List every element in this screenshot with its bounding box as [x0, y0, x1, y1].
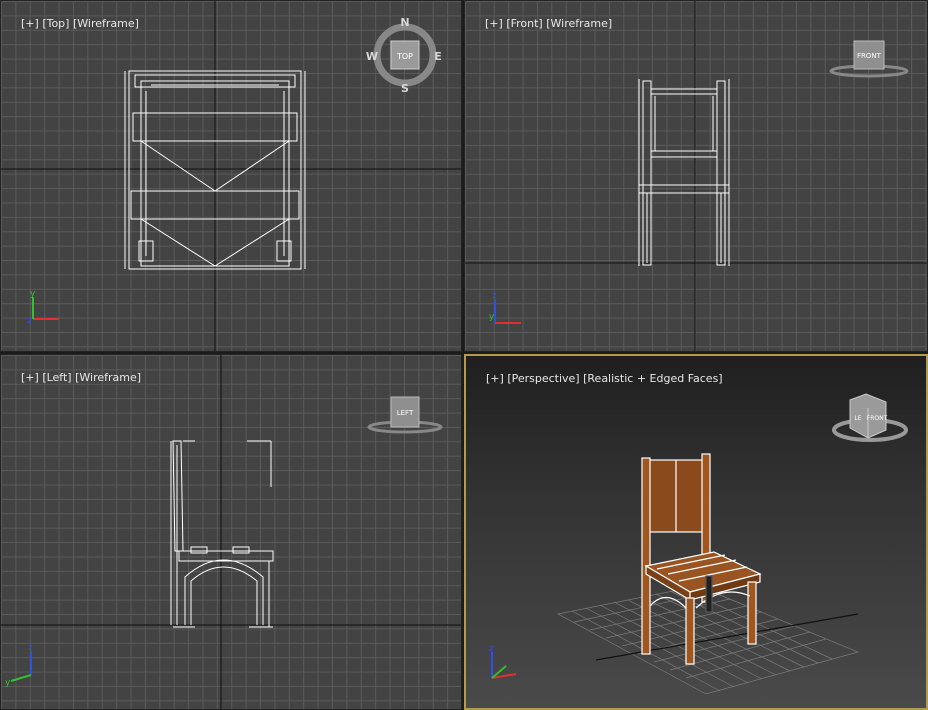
viewport-label: [+] [Left] [Wireframe] [7, 358, 141, 397]
chair-wireframe-front[interactable] [638, 79, 730, 266]
viewport-menu[interactable]: [+] [485, 17, 503, 30]
axis-tripod: y z [27, 289, 59, 326]
compass-viewcube[interactable]: TOP N S E W [366, 16, 442, 95]
svg-text:z: z [489, 644, 494, 654]
axis-tripod: z y [489, 291, 521, 324]
svg-text:y: y [5, 678, 11, 688]
viewcube[interactable]: LE FRONT [832, 393, 908, 442]
svg-text:S: S [401, 82, 409, 95]
svg-text:TOP: TOP [396, 52, 413, 61]
shading-mode-label[interactable]: [Realistic + Edged Faces] [583, 372, 722, 385]
shading-mode-label[interactable]: [Wireframe] [73, 17, 139, 30]
view-type-label[interactable]: [Front] [506, 17, 542, 30]
viewcube[interactable]: FRONT [829, 40, 909, 78]
svg-text:LE: LE [854, 415, 861, 422]
axis-tripod: z y [5, 643, 33, 688]
svg-text:N: N [400, 16, 409, 29]
view-type-label[interactable]: [Top] [42, 17, 69, 30]
svg-text:z: z [27, 316, 32, 326]
svg-text:z: z [492, 291, 497, 301]
front-scene: z y FRONT [465, 1, 927, 351]
svg-text:y: y [489, 312, 495, 322]
svg-text:E: E [434, 50, 442, 63]
shading-mode-label[interactable]: [Wireframe] [75, 371, 141, 384]
viewport-menu[interactable]: [+] [21, 371, 39, 384]
svg-text:FRONT: FRONT [867, 415, 888, 422]
axis-tripod: z [489, 644, 517, 679]
viewport-front[interactable]: z y FRONT [+] [Front] [Wireframe] [464, 0, 928, 352]
chair-model[interactable] [641, 453, 762, 665]
viewport-perspective[interactable]: z LE FRONT [+] [Perspective] [Realistic … [464, 354, 928, 710]
top-scene: y z TOP N S E W [1, 1, 461, 351]
viewport-label: [+] [Perspective] [Realistic + Edged Fac… [472, 359, 723, 398]
viewport-menu[interactable]: [+] [486, 372, 504, 385]
view-type-label[interactable]: [Left] [42, 371, 71, 384]
shading-mode-label[interactable]: [Wireframe] [546, 17, 612, 30]
viewport-menu[interactable]: [+] [21, 17, 39, 30]
svg-text:z: z [28, 643, 33, 653]
viewport-top[interactable]: y z TOP N S E W [+] [Top] [Wireframe] [0, 0, 462, 352]
svg-text:y: y [30, 289, 36, 299]
svg-text:FRONT: FRONT [857, 52, 882, 60]
viewport-label: [+] [Top] [Wireframe] [7, 4, 139, 43]
svg-text:W: W [366, 50, 378, 63]
svg-text:LEFT: LEFT [397, 409, 414, 417]
left-scene: z y LEFT [1, 355, 461, 709]
perspective-scene: z LE FRONT [489, 393, 908, 695]
chair-wireframe-left[interactable] [170, 440, 274, 628]
view-type-label[interactable]: [Perspective] [507, 372, 579, 385]
viewcube[interactable]: LEFT [367, 396, 443, 434]
viewport-left[interactable]: z y LEFT [+] [Left] [Wireframe] [0, 354, 462, 710]
viewport-label: [+] [Front] [Wireframe] [471, 4, 612, 43]
